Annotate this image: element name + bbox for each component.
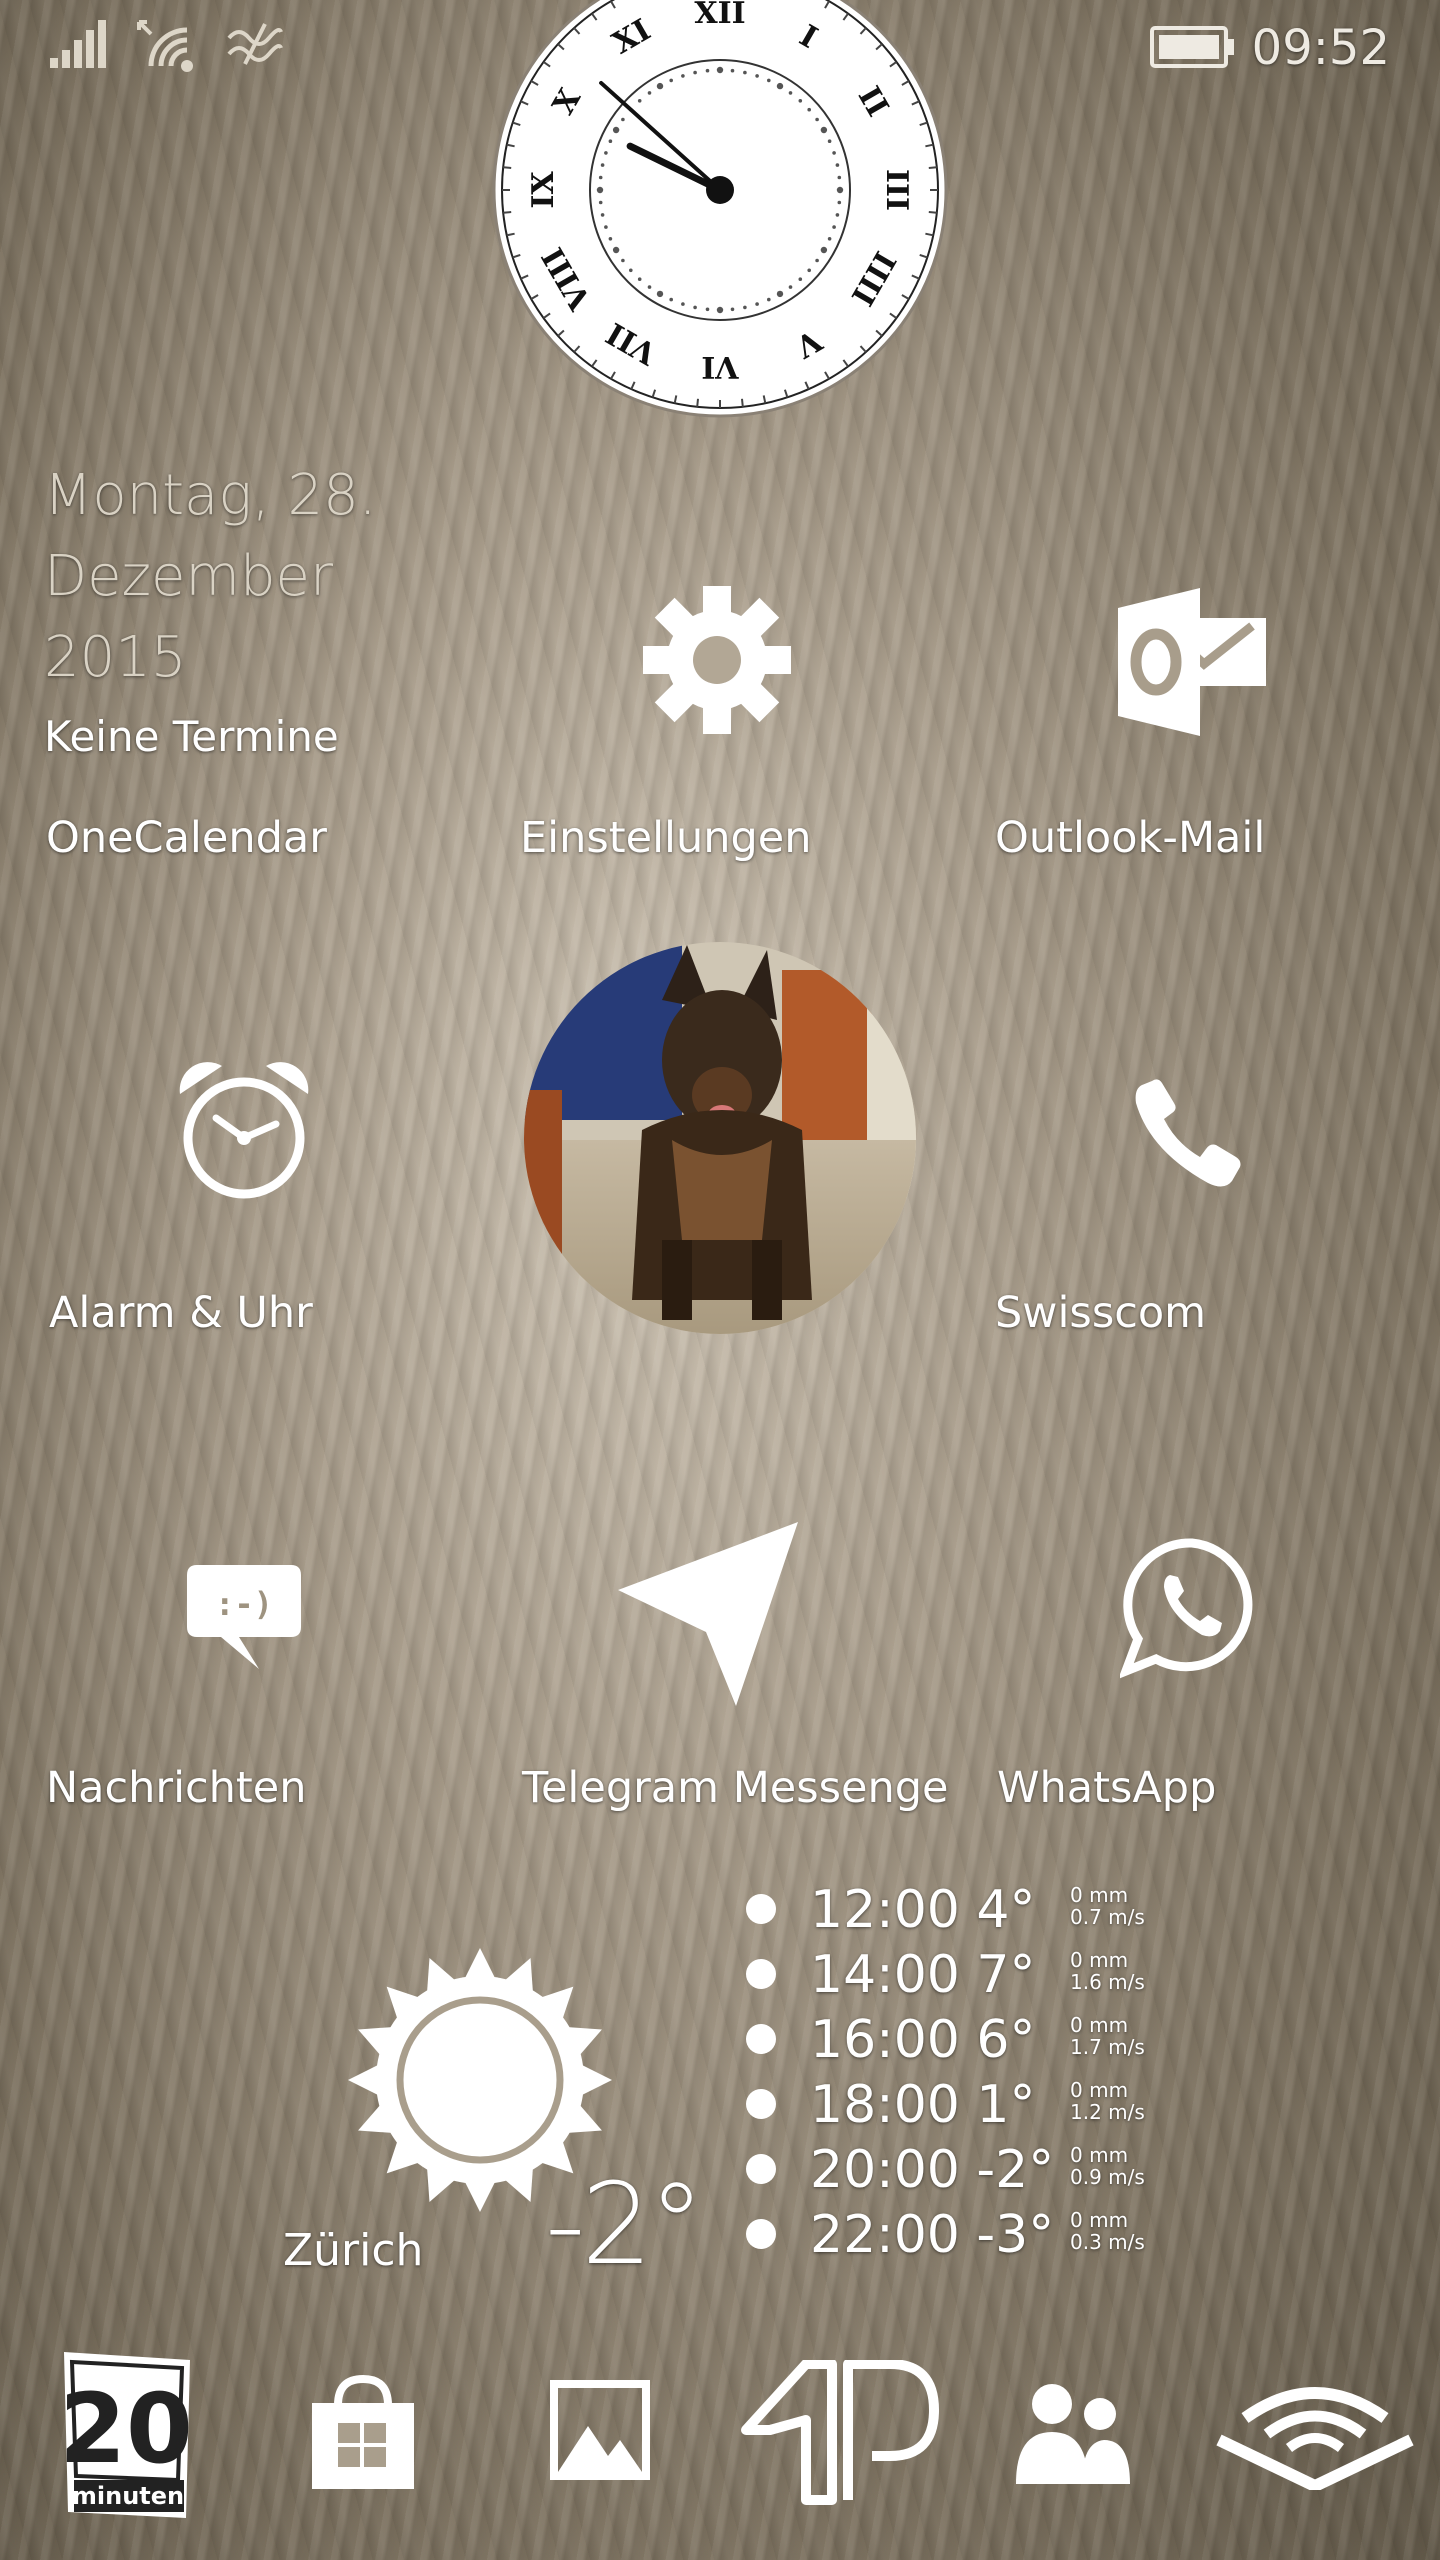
whatsapp-icon[interactable] [1120, 1535, 1265, 1680]
forecast-row: 22:00 -3° 0 mm 0.3 m/s [740, 2205, 1200, 2270]
analog-clock-widget[interactable]: XIIIIIIIIIIIIVVIVIIVIIIIXXXI [490, 0, 950, 420]
tile-label-swisscom[interactable]: Swisscom [995, 1288, 1206, 1338]
forecast-wind: 1.7 m/s [1070, 2035, 1145, 2059]
clock-numeral: IX [526, 171, 561, 209]
forecast-wind: 0.7 m/s [1070, 1905, 1145, 1929]
forecast-time: 16:00 [810, 2010, 960, 2070]
photos-icon[interactable] [550, 2380, 650, 2480]
forecast-wind: 1.6 m/s [1070, 1970, 1145, 1994]
20-minuten-logo-number: 20 [60, 2373, 193, 2485]
forecast-temp: -3° [976, 2205, 1055, 2265]
forecast-row: 18:00 1° 0 mm 1.2 m/s [740, 2075, 1200, 2140]
tile-label-alarm[interactable]: Alarm & Uhr [49, 1288, 313, 1338]
signal-bars-icon [50, 20, 106, 68]
svg-text::-): :-) [215, 1585, 273, 1623]
clock-numeral: XII [694, 0, 745, 31]
dog-photo[interactable] [522, 940, 918, 1336]
forecast-weather-icon [746, 2024, 776, 2054]
telegram-icon[interactable] [610, 1520, 805, 1710]
forecast-temp: 6° [976, 2010, 1036, 2070]
message-icon[interactable]: :-) [187, 1565, 301, 1675]
forecast-precip: 0 mm [1070, 2143, 1129, 2167]
data-sense-icon [227, 23, 283, 65]
events-text: Keine Termine [44, 712, 339, 761]
tile-label-telegram[interactable]: Telegram Messenge [522, 1763, 949, 1813]
date-month: Dezember [44, 544, 333, 609]
tile-label-onecalendar[interactable]: OneCalendar [46, 813, 327, 863]
gear-icon[interactable] [642, 585, 792, 735]
tile-label-messages[interactable]: Nachrichten [46, 1763, 307, 1813]
forecast-weather-icon [746, 2154, 776, 2184]
forecast-temp: 4° [976, 1880, 1036, 1940]
20-minuten-logo-text: minuten [72, 2482, 184, 2510]
onecalendar-live-tile[interactable]: Montag, 28. Dezember 2015 Keine Termine [44, 455, 464, 761]
weather-forecast: 12:00 4° 0 mm 0.7 m/s 14:00 7° 0 mm 1.6 m/… [740, 1880, 1200, 2270]
date-year: 2015 [44, 625, 187, 690]
people-icon[interactable] [1012, 2380, 1132, 2485]
tile-label-outlook[interactable]: Outlook-Mail [995, 813, 1265, 863]
forecast-row: 14:00 7° 0 mm 1.6 m/s [740, 1945, 1200, 2010]
forecast-precip: 0 mm [1070, 2208, 1129, 2232]
forecast-temp: 1° [976, 2075, 1036, 2135]
forecast-weather-icon [746, 2219, 776, 2249]
date-weekday: Montag, 28. [44, 463, 377, 528]
ap-app-icon[interactable] [740, 2360, 940, 2505]
forecast-time: 18:00 [810, 2075, 960, 2135]
forecast-weather-icon [746, 2089, 776, 2119]
forecast-precip: 0 mm [1070, 1883, 1129, 1907]
forecast-precip: 0 mm [1070, 2013, 1129, 2037]
battery-icon [1150, 26, 1234, 68]
phone-icon[interactable] [1128, 1075, 1258, 1195]
forecast-time: 12:00 [810, 1880, 960, 1940]
app-dock: 20 minuten [0, 2340, 1440, 2560]
clock-numeral: VI [701, 349, 739, 384]
clock-numeral: III [879, 169, 914, 211]
status-time: 09:52 [1251, 20, 1390, 76]
forecast-wind: 0.9 m/s [1070, 2165, 1145, 2189]
forecast-row: 20:00 -2° 0 mm 0.9 m/s [740, 2140, 1200, 2205]
alarm-clock-icon[interactable] [172, 1058, 316, 1202]
weather-current-temp: -2° [545, 2160, 705, 2290]
forecast-weather-icon [746, 1959, 776, 1989]
forecast-time: 20:00 [810, 2140, 960, 2200]
forecast-wind: 1.2 m/s [1070, 2100, 1145, 2124]
outlook-icon[interactable] [1118, 588, 1270, 736]
forecast-temp: -2° [976, 2140, 1055, 2200]
forecast-temp: 7° [976, 1945, 1036, 2005]
forecast-time: 14:00 [810, 1945, 960, 2005]
tile-label-settings[interactable]: Einstellungen [520, 813, 812, 863]
tile-label-whatsapp[interactable]: WhatsApp [997, 1763, 1216, 1813]
forecast-time: 22:00 [810, 2205, 960, 2265]
forecast-wind: 0.3 m/s [1070, 2230, 1145, 2254]
store-icon[interactable] [308, 2375, 418, 2490]
forecast-precip: 0 mm [1070, 1948, 1129, 1972]
forecast-row: 16:00 6° 0 mm 1.7 m/s [740, 2010, 1200, 2075]
audible-icon[interactable] [1215, 2380, 1415, 2490]
wifi-icon [137, 20, 193, 72]
weather-city: Zürich [283, 2225, 424, 2276]
20-minuten-app-icon[interactable]: 20 minuten [60, 2350, 195, 2520]
forecast-precip: 0 mm [1070, 2078, 1129, 2102]
forecast-weather-icon [746, 1894, 776, 1924]
forecast-row: 12:00 4° 0 mm 0.7 m/s [740, 1880, 1200, 1945]
